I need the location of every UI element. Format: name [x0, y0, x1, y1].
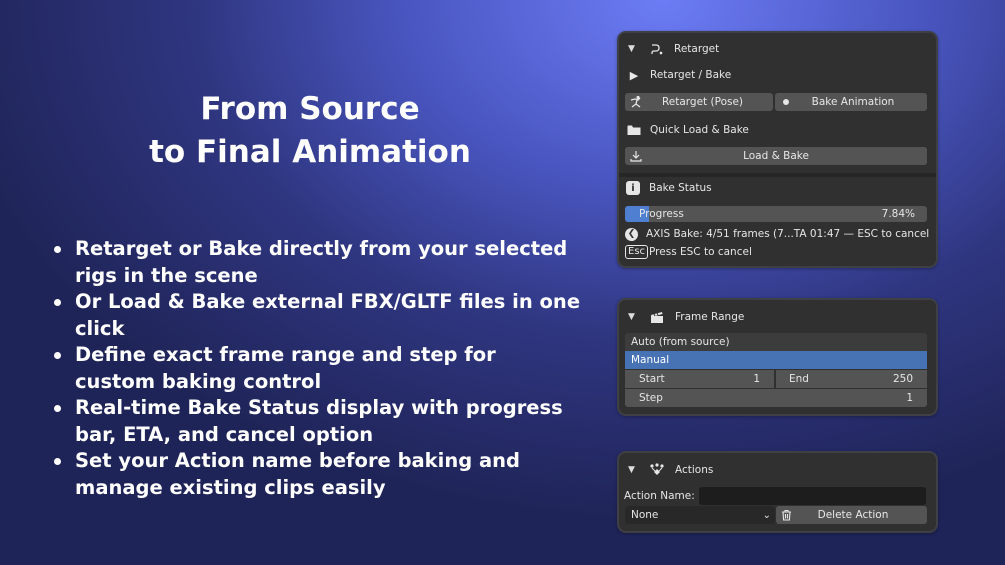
start-field[interactable]: Start 1 — [625, 370, 774, 388]
end-field[interactable]: End 250 — [776, 370, 927, 388]
frame-range-header[interactable]: ▼ Frame Range — [628, 309, 744, 325]
play-icon: ▶ — [629, 68, 639, 82]
info-icon: i — [626, 181, 640, 195]
triangle-down-icon[interactable]: ▼ — [628, 312, 638, 322]
frame-range-panel: ▼ Frame Range Auto (from source) Manual … — [617, 298, 938, 416]
feature-item: Real-time Bake Status display with progr… — [52, 395, 582, 448]
retarget-pose-label: Retarget (Pose) — [661, 96, 744, 108]
esc-text: Press ESC to cancel — [649, 246, 752, 258]
clapper-icon — [649, 311, 665, 324]
panel-divider — [619, 173, 936, 177]
step-field[interactable]: Step 1 — [625, 389, 927, 407]
actions-nodes-icon — [648, 463, 666, 477]
hero-title-line1: From Source — [200, 91, 420, 127]
retarget-panel: ▼ Retarget ▶ Retarget / Bake Retarget (P… — [617, 31, 938, 268]
chevron-left-icon: ❮ — [625, 227, 638, 241]
axis-bake-row: ❮ AXIS Bake: 4/51 frames (7...TA 01:47 —… — [625, 226, 929, 242]
triangle-down-icon[interactable]: ▼ — [628, 44, 638, 54]
retarget-bake-row: ▶ Retarget / Bake — [628, 67, 731, 83]
end-value: 250 — [892, 373, 913, 385]
quick-load-row: Quick Load & Bake — [627, 122, 749, 138]
hero-title: From Source to Final Animation — [100, 88, 520, 174]
bake-status-row: i Bake Status — [626, 180, 712, 196]
progress-bar: Progress 7.84% — [625, 206, 927, 222]
start-label: Start — [639, 373, 665, 385]
progress-label: Progress — [639, 208, 684, 220]
import-icon — [629, 150, 643, 162]
action-select-value: None — [631, 509, 659, 521]
actions-panel: ▼ Actions Action Name: None ⌄ Delete Act… — [617, 451, 938, 533]
bake-animation-label: Bake Animation — [811, 96, 895, 108]
progress-value: 7.84% — [881, 208, 915, 220]
range-option-manual-label: Manual — [631, 354, 670, 366]
action-name-input[interactable] — [699, 487, 926, 505]
esc-row: Esc Press ESC to cancel — [625, 244, 752, 260]
delete-action-label: Delete Action — [817, 509, 889, 521]
range-option-auto-label: Auto (from source) — [631, 336, 730, 348]
bake-status-label: Bake Status — [649, 182, 712, 194]
delete-action-button[interactable]: Delete Action — [776, 506, 927, 524]
retarget-panel-title: Retarget — [674, 43, 720, 55]
load-bake-button[interactable]: Load & Bake — [625, 147, 927, 165]
feature-item: Set your Action name before baking and m… — [52, 448, 582, 501]
range-option-manual[interactable]: Manual — [625, 351, 927, 369]
action-name-row: Action Name: — [624, 488, 695, 504]
quick-load-label: Quick Load & Bake — [650, 124, 749, 136]
actions-header[interactable]: ▼ Actions — [628, 462, 713, 478]
chevron-down-icon: ⌄ — [762, 509, 771, 521]
bake-animation-button[interactable]: Bake Animation — [775, 93, 927, 111]
retarget-panel-header[interactable]: ▼ Retarget — [628, 41, 719, 57]
feature-item: Define exact frame range and step for cu… — [52, 342, 582, 395]
retarget-pose-button[interactable]: Retarget (Pose) — [625, 93, 773, 111]
step-label: Step — [639, 392, 663, 404]
load-bake-label: Load & Bake — [743, 150, 809, 162]
retarget-bake-label: Retarget / Bake — [650, 69, 732, 81]
hero-title-line2: to Final Animation — [149, 134, 471, 170]
trash-icon — [779, 509, 793, 521]
step-value: 1 — [906, 392, 913, 404]
range-option-auto[interactable]: Auto (from source) — [625, 333, 927, 351]
frame-range-title: Frame Range — [675, 311, 745, 323]
folder-icon — [627, 124, 641, 136]
esc-key-badge: Esc — [625, 245, 649, 259]
start-value: 1 — [753, 373, 760, 385]
actions-title: Actions — [675, 464, 714, 476]
action-name-label: Action Name: — [624, 490, 695, 502]
action-select[interactable]: None ⌄ — [625, 506, 775, 524]
end-label: End — [789, 373, 809, 385]
retarget-curve-icon — [649, 42, 665, 56]
feature-item: Or Load & Bake external FBX/GLTF files i… — [52, 289, 582, 342]
axis-bake-text: AXIS Bake: 4/51 frames (7...TA 01:47 — E… — [646, 228, 930, 240]
feature-item: Retarget or Bake directly from your sele… — [52, 236, 582, 289]
pose-figure-icon — [628, 95, 644, 109]
triangle-down-icon[interactable]: ▼ — [628, 465, 638, 475]
feature-list: Retarget or Bake directly from your sele… — [52, 236, 582, 501]
